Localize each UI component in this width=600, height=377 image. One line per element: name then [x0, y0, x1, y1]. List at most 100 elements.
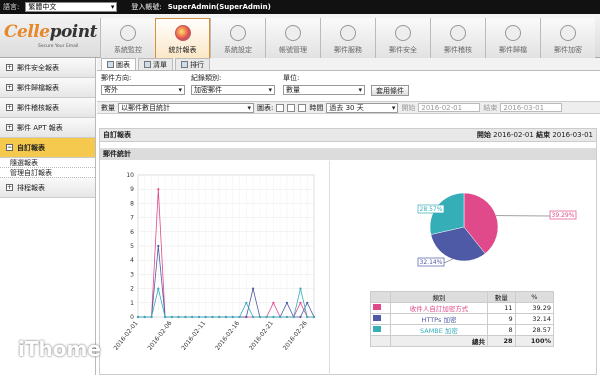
nav-tab-label: 系統監控: [114, 45, 142, 55]
chart-type-label: 圖表:: [257, 103, 273, 113]
nav-tab-1[interactable]: 統計報表: [155, 18, 210, 58]
expand-icon: +: [6, 104, 13, 111]
sidebar-item-label: 郵件 APT 報表: [17, 123, 63, 133]
data-point: [198, 316, 200, 318]
data-point: [178, 316, 180, 318]
mail-archive-icon: [505, 25, 521, 41]
report-title: 自訂報表: [103, 130, 131, 140]
x-tick-label: 2016-02-06: [146, 320, 173, 352]
expand-icon: +: [6, 84, 13, 91]
quantity-select[interactable]: 以郵件數目統計▾: [118, 103, 254, 113]
tab-chart[interactable]: 圖表: [101, 58, 136, 70]
report-toolbar: 數量 以郵件數目統計▾ 圖表: 時間 過去 30 天▾ 開始 2016-02-0…: [97, 101, 600, 114]
nav-tab-label: 統計報表: [169, 45, 197, 55]
legend-row: 收件人自訂加密方式1139.29: [371, 303, 554, 314]
nav-tab-label: 帳號管理: [279, 45, 307, 55]
time-select[interactable]: 過去 30 天▾: [326, 103, 398, 113]
end-date-input[interactable]: 2016-03-01: [500, 103, 562, 112]
tab-list[interactable]: 清單: [138, 58, 173, 70]
x-tick-label: 2016-02-11: [180, 320, 207, 352]
nav-tab-6[interactable]: 郵件稽核: [430, 18, 485, 58]
sidebar-item-1[interactable]: +郵件歸檔報表: [0, 78, 95, 98]
sidebar-item-0[interactable]: +郵件安全報表: [0, 58, 95, 78]
nav-tab-5[interactable]: 郵件安全: [375, 18, 430, 58]
data-point: [266, 316, 268, 318]
expand-icon: +: [6, 64, 13, 71]
sidebar-item-label: 自訂報表: [17, 143, 45, 153]
chevron-down-icon: ▾: [111, 3, 115, 11]
pie-leader-line: [444, 259, 453, 263]
y-tick-label: 9: [130, 186, 134, 193]
legend-row: HTTPs 加密932.14: [371, 314, 554, 325]
sidebar-subitem-manage[interactable]: 管理自訂報表: [0, 168, 95, 178]
chart-icon: [107, 61, 114, 68]
report-dates: 開始 2016-02-01 結束 2016-03-01: [477, 130, 593, 140]
legend-table: 類別數量% 收件人自訂加密方式1139.29HTTPs 加密932.14SAMB…: [370, 291, 554, 347]
bar-chart-icon[interactable]: [287, 104, 295, 112]
data-point: [279, 316, 281, 318]
nav-tab-4[interactable]: 郵件服務: [320, 18, 375, 58]
sidebar-item-4[interactable]: −自訂報表: [0, 138, 95, 158]
unit-label: 單位:: [283, 73, 365, 83]
expand-icon: +: [6, 184, 13, 191]
nav-tab-7[interactable]: 郵件歸檔: [485, 18, 540, 58]
line-chart-icon[interactable]: [276, 104, 284, 112]
nav-tab-8[interactable]: 郵件加密: [540, 18, 595, 58]
line-chart-area: 0123456789102016-02-012016-02-062016-02-…: [100, 161, 330, 375]
language-select[interactable]: 繁體中文 ▾: [25, 2, 117, 12]
x-tick-label: 2016-02-01: [113, 320, 140, 352]
unit-select[interactable]: 數量▾: [283, 85, 365, 95]
sidebar-item-label: 排程報表: [17, 183, 45, 193]
mail-encrypt-icon: [560, 25, 576, 41]
data-point: [299, 316, 301, 318]
header: Cellepoint Secure Your Email 系統監控統計報表系統設…: [0, 14, 600, 58]
legend-name: 收件人自訂加密方式: [390, 303, 487, 314]
data-point: [157, 188, 159, 190]
sidebar-subitem-on-demand[interactable]: 隨選報表: [0, 158, 95, 168]
unit-group: 單位: 數量▾: [283, 73, 365, 95]
data-point: [191, 316, 193, 318]
data-point: [293, 316, 295, 318]
nav-tab-2[interactable]: 系統設定: [210, 18, 265, 58]
sidebar-item-3[interactable]: +郵件 APT 報表: [0, 118, 95, 138]
data-point: [252, 288, 254, 290]
data-point: [245, 316, 247, 318]
data-point: [299, 302, 301, 304]
mail-service-icon: [340, 25, 356, 41]
tab-ranking[interactable]: 排行: [175, 58, 210, 70]
pie-slice: [430, 193, 464, 235]
list-icon: [144, 61, 151, 68]
y-tick-label: 4: [130, 257, 134, 264]
main-content: 圖表 清單 排行 郵件方向: 寄外▾ 紀錄類別: 加密郵件▾ 單位: 數量▾ 套…: [97, 58, 600, 375]
start-date-input[interactable]: 2016-02-01: [418, 103, 480, 112]
y-tick-label: 8: [130, 200, 134, 207]
legend-pct: 28.57: [515, 325, 553, 336]
collapse-icon: −: [6, 144, 13, 151]
nav-tab-0[interactable]: 系統監控: [100, 18, 155, 58]
apply-filters-button[interactable]: 套用條件: [371, 85, 409, 96]
data-point: [286, 316, 288, 318]
pie-chart-icon[interactable]: [298, 104, 306, 112]
nav-tab-3[interactable]: 帳號管理: [265, 18, 320, 58]
nav-tab-label: 郵件安全: [389, 45, 417, 55]
watermark: iThome: [18, 337, 101, 361]
sidebar-item-scheduled[interactable]: + 排程報表: [0, 178, 95, 198]
category-select[interactable]: 加密郵件▾: [191, 85, 275, 95]
pie-label: 32.14%: [420, 259, 443, 266]
language-value: 繁體中文: [28, 2, 56, 12]
category-label: 紀錄類別:: [191, 73, 275, 83]
data-point: [259, 316, 261, 318]
data-point: [218, 316, 220, 318]
filter-bar: 郵件方向: 寄外▾ 紀錄類別: 加密郵件▾ 單位: 數量▾ 套用條件: [97, 71, 600, 101]
report-panel-header: 自訂報表 開始 2016-02-01 結束 2016-03-01: [100, 129, 596, 142]
data-point: [171, 316, 173, 318]
nav-tab-label: 郵件服務: [334, 45, 362, 55]
legend-swatch: [373, 315, 381, 321]
y-tick-label: 1: [130, 300, 134, 307]
direction-select[interactable]: 寄外▾: [101, 85, 185, 95]
legend-count: 8: [488, 325, 516, 336]
total-pct: 100%: [515, 336, 553, 347]
sidebar-item-2[interactable]: +郵件稽核報表: [0, 98, 95, 118]
data-point: [137, 316, 139, 318]
language-label: 語言:: [3, 2, 19, 12]
